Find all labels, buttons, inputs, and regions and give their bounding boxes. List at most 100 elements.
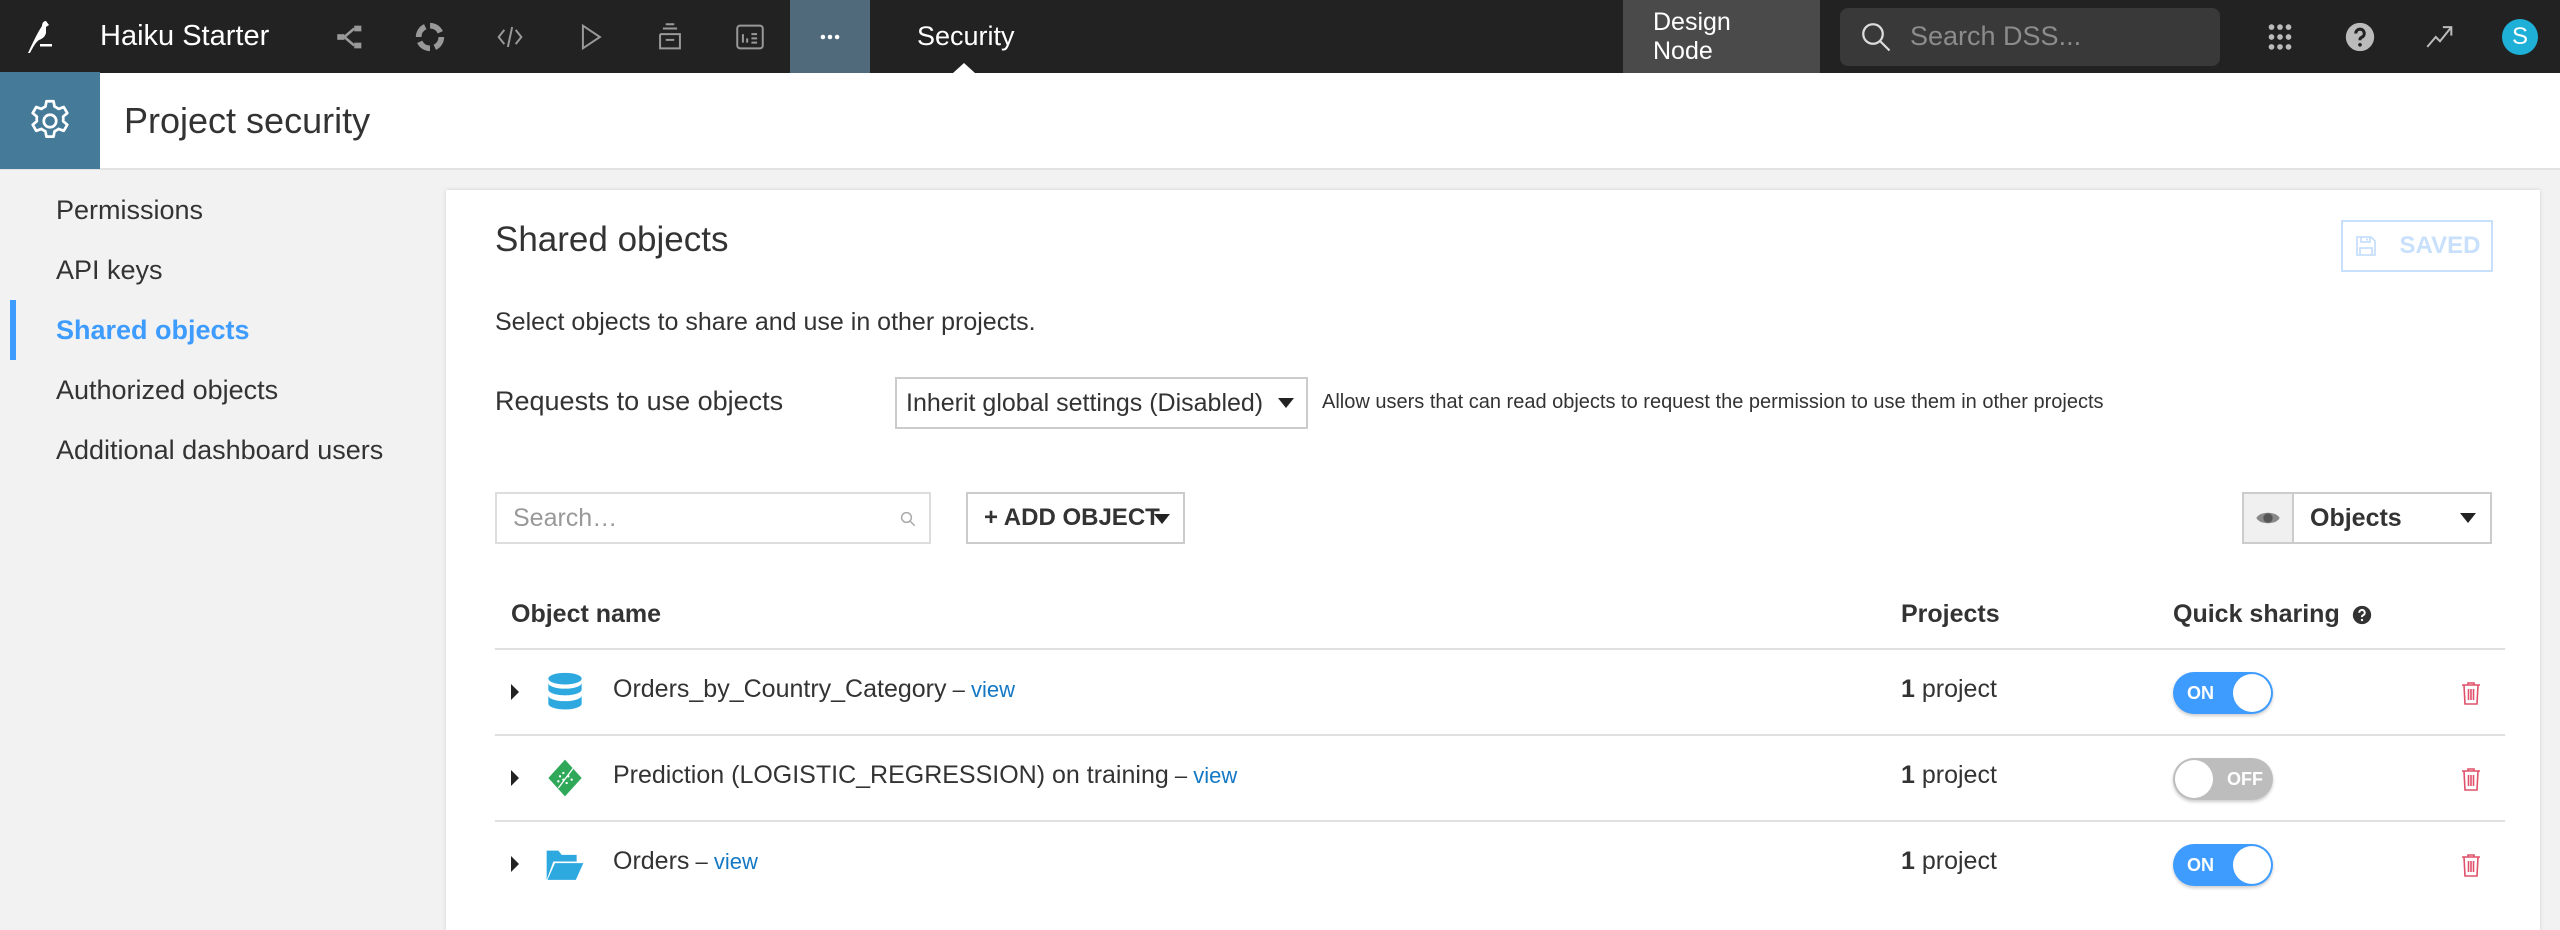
view-mode-value: Objects — [2310, 503, 2402, 532]
column-header-projects[interactable]: Projects — [1901, 600, 2000, 629]
table-row: Orders_by_Country_Category – view 1 proj… — [495, 650, 2505, 736]
caret-down-icon — [1154, 514, 1170, 524]
sidebar-item-authorized-objects[interactable]: Authorized objects — [0, 360, 446, 420]
page-title: Project security — [124, 99, 371, 141]
flow-icon[interactable] — [310, 0, 390, 73]
dataset-icon — [548, 672, 582, 710]
requests-help-text: Allow users that can read objects to req… — [1322, 391, 2104, 413]
object-name-text: Orders_by_Country_Category — [613, 675, 947, 703]
global-search-placeholder: Search DSS... — [1910, 21, 2082, 51]
object-name: Orders_by_Country_Category – view — [613, 675, 1015, 704]
project-name[interactable]: Haiku Starter — [100, 20, 310, 53]
sidebar-item-permissions[interactable]: Permissions — [0, 180, 446, 240]
trending-icon[interactable] — [2400, 0, 2480, 73]
project-count: 1 project — [1901, 675, 1997, 704]
toggle-knob — [2233, 846, 2271, 884]
folder-icon — [546, 850, 584, 880]
object-name-text: Orders — [613, 847, 690, 875]
top-navigation-bar: Haiku Starter Security Design Node Searc… — [0, 0, 2560, 73]
expand-row-icon[interactable] — [511, 684, 519, 700]
sidebar-item-shared-objects[interactable]: Shared objects — [0, 300, 446, 360]
sidebar-item-additional-dashboard-users[interactable]: Additional dashboard users — [0, 420, 446, 480]
separator: – — [1168, 763, 1194, 788]
sidebar-item-api-keys[interactable]: API keys — [0, 240, 446, 300]
model-icon — [548, 759, 582, 797]
section-title: Shared objects — [495, 220, 729, 259]
view-link[interactable]: view — [714, 849, 758, 874]
add-object-label: + ADD OBJECT — [984, 504, 1160, 531]
table-row: Prediction (LOGISTIC_REGRESSION) on trai… — [495, 736, 2505, 822]
project-count-number: 1 — [1901, 761, 1915, 789]
user-menu[interactable]: S — [2480, 0, 2560, 73]
toggle-state-label: ON — [2187, 682, 2214, 703]
play-icon[interactable] — [550, 0, 630, 73]
project-count-number: 1 — [1901, 847, 1915, 875]
help-icon[interactable] — [2351, 604, 2373, 626]
add-object-button[interactable]: + ADD OBJECT — [966, 492, 1185, 544]
column-header-object-name[interactable]: Object name — [511, 600, 661, 629]
trash-icon[interactable] — [2460, 852, 2482, 878]
stack-icon[interactable] — [630, 0, 710, 73]
expand-row-icon[interactable] — [511, 856, 519, 872]
toggle-knob — [2175, 760, 2213, 798]
project-count-number: 1 — [1901, 675, 1915, 703]
avatar: S — [2502, 18, 2538, 55]
requests-label: Requests to use objects — [495, 386, 784, 416]
quick-sharing-toggle[interactable]: ON — [2173, 844, 2273, 886]
view-mode-selector[interactable]: Objects — [2242, 492, 2492, 544]
trash-icon[interactable] — [2460, 680, 2482, 706]
separator: – — [689, 849, 714, 874]
section-description: Select objects to share and use in other… — [495, 308, 1036, 336]
quick-sharing-toggle[interactable]: ON — [2173, 672, 2273, 714]
view-mode-select[interactable]: Objects — [2294, 494, 2490, 542]
separator: – — [946, 677, 971, 702]
eye-icon — [2244, 494, 2294, 542]
view-link[interactable]: view — [971, 677, 1015, 702]
requests-select[interactable]: Inherit global settings (Disabled) — [895, 377, 1308, 429]
quick-sharing-toggle[interactable]: OFF — [2173, 758, 2273, 800]
toggle-state-label: ON — [2187, 854, 2214, 875]
active-caret-icon — [953, 63, 976, 73]
search-placeholder: Search… — [513, 503, 618, 532]
current-section-tab[interactable]: Security — [870, 0, 1059, 73]
more-icon[interactable] — [790, 0, 870, 73]
search-icon — [1862, 22, 1891, 51]
object-name: Prediction (LOGISTIC_REGRESSION) on trai… — [613, 761, 1237, 790]
help-icon[interactable] — [2320, 0, 2400, 73]
trash-icon[interactable] — [2460, 766, 2482, 792]
search-icon — [900, 511, 916, 527]
settings-sidebar: Permissions API keys Shared objects Auth… — [0, 180, 446, 480]
project-count-unit: project — [1914, 761, 1997, 789]
lifesaver-icon[interactable] — [390, 0, 470, 73]
saved-label: SAVED — [2399, 232, 2481, 259]
object-name-text: Prediction (LOGISTIC_REGRESSION) on trai… — [613, 761, 1169, 789]
column-header-quick-sharing: Quick sharing — [2173, 600, 2373, 629]
requests-select-value: Inherit global settings (Disabled) — [906, 388, 1264, 417]
expand-row-icon[interactable] — [511, 770, 519, 786]
object-name: Orders – view — [613, 847, 758, 876]
apps-grid-icon[interactable] — [2240, 0, 2320, 73]
project-count: 1 project — [1901, 847, 1997, 876]
dashboard-icon[interactable] — [710, 0, 790, 73]
shared-objects-panel: Shared objects SAVED Select objects to s… — [446, 190, 2540, 930]
shared-objects-table: Object name Projects Quick sharing Order… — [495, 584, 2505, 908]
view-link[interactable]: view — [1193, 763, 1237, 788]
project-count: 1 project — [1901, 761, 1997, 790]
global-search-input[interactable]: Search DSS... — [1840, 7, 2220, 66]
saved-button[interactable]: SAVED — [2341, 220, 2493, 272]
object-search-input[interactable]: Search… — [495, 492, 931, 544]
page-header: Project security — [0, 72, 2560, 170]
floppy-disk-icon — [2355, 236, 2376, 256]
project-count-unit: project — [1914, 847, 1997, 875]
section-label: Security — [917, 21, 1015, 51]
caret-down-icon — [2460, 513, 2476, 523]
dataiku-logo-icon[interactable] — [0, 0, 80, 73]
gear-icon — [0, 72, 100, 169]
project-count-unit: project — [1914, 675, 1997, 703]
caret-down-icon — [1278, 398, 1294, 408]
table-header: Object name Projects Quick sharing — [495, 584, 2505, 650]
design-node-button[interactable]: Design Node — [1623, 0, 1820, 73]
code-icon[interactable] — [470, 0, 550, 73]
toggle-state-label: OFF — [2227, 768, 2263, 789]
quick-sharing-label: Quick sharing — [2173, 600, 2340, 628]
